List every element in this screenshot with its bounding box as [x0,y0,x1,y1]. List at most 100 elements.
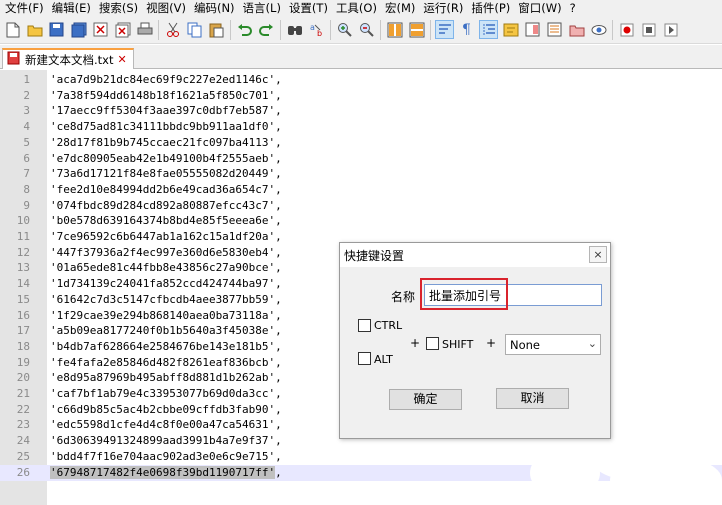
alt-label: ALT [374,353,393,366]
function-list-icon[interactable] [545,20,564,39]
tab-document[interactable]: 新建文本文档.txt ✕ [2,48,134,69]
code-text: '1f29cae39e294b868140aea0ba73118a', [50,308,282,322]
toolbar: ab ¶ [0,16,722,44]
code-line[interactable]: 3 '17aecc9ff5304f3aae397c0dbf7eb587', [0,103,722,119]
dialog-titlebar[interactable]: 快捷键设置 × [340,243,610,267]
key-select[interactable]: None ⌄ [505,334,601,355]
line-number: 26 [16,465,30,479]
cancel-button[interactable]: 取消 [496,388,569,409]
line-number: 9 [23,198,30,212]
sync-horizontal-icon[interactable] [407,20,426,39]
shift-checkbox[interactable] [426,337,439,350]
line-number: 8 [23,182,30,196]
line-number: 2 [23,88,30,102]
alt-checkbox[interactable] [358,352,371,365]
name-input[interactable]: 批量添加引号 [424,284,602,306]
menu-search[interactable]: 搜索(S) [96,0,143,16]
menu-window[interactable]: 窗口(W) [515,0,566,16]
line-number: 10 [16,214,30,228]
save-all-icon[interactable] [69,20,88,39]
menu-encoding[interactable]: 编码(N) [191,0,240,16]
code-text: 'ce8d75ad81c34111bbdc9bb911aa1df0', [50,120,282,134]
paste-icon[interactable] [207,20,226,39]
code-text: 'fe4fafa2e85846d482f8261eaf836bcb', [50,355,282,369]
cut-icon[interactable] [163,20,182,39]
line-number: 24 [16,434,30,448]
ok-button[interactable]: 确定 [389,389,462,410]
menu-plugins[interactable]: 插件(P) [468,0,515,16]
save-icon[interactable] [47,20,66,39]
chevron-down-icon: ⌄ [587,337,597,350]
play-macro-icon[interactable] [661,20,680,39]
close-icon[interactable] [91,20,110,39]
zoom-out-icon[interactable] [357,20,376,39]
indent-guide-icon[interactable] [479,20,498,39]
sync-vertical-icon[interactable] [385,20,404,39]
line-number: 13 [16,261,30,275]
code-line[interactable]: 8 'fee2d10e84994dd2b6e49cad36a654c7', [0,182,722,198]
ctrl-checkbox[interactable] [358,319,371,332]
copy-icon[interactable] [185,20,204,39]
tab-title: 新建文本文档.txt [25,52,114,67]
redo-icon[interactable] [257,20,276,39]
undo-icon[interactable] [235,20,254,39]
ctrl-label: CTRL [374,319,403,332]
code-text: 'e7dc80905eab42e1b49100b4f2555aeb', [50,151,282,165]
folder-as-workspace-icon[interactable] [567,20,586,39]
menu-macro[interactable]: 宏(M) [382,0,420,16]
record-macro-icon[interactable] [617,20,636,39]
line-number: 21 [16,387,30,400]
code-line[interactable]: 1 'aca7d9b21dc84ec69f9c227e2ed1146c', [0,72,722,88]
menu-view[interactable]: 视图(V) [143,0,191,16]
monitoring-icon[interactable] [589,20,608,39]
code-text: '67948717482f4e0698f39bd1190717ff', [50,465,282,481]
zoom-in-icon[interactable] [335,20,354,39]
code-line[interactable]: 4 'ce8d75ad81c34111bbdc9bb911aa1df0', [0,119,722,135]
line-number: 12 [16,245,30,259]
line-number: 1 [23,73,30,86]
code-text: 'caf7bf1ab79e4c33953077b69d0da3cc', [50,387,282,400]
tab-close-icon[interactable]: ✕ [117,53,126,66]
code-text: '61642c7d3c5147cfbcdb4aee3877bb59', [50,292,282,306]
document-map-icon[interactable] [523,20,542,39]
line-number: 19 [16,355,30,369]
menu-tools[interactable]: 工具(O) [333,0,382,16]
code-line[interactable]: 5 '28d17f81b9b745ccaec21fc097ba4113', [0,135,722,151]
user-defined-language-icon[interactable] [501,20,520,39]
selected-text: '67948717482f4e0698f39bd1190717ff' [50,465,276,479]
menu-edit[interactable]: 编辑(E) [49,0,96,16]
find-icon[interactable] [285,20,304,39]
open-file-icon[interactable] [25,20,44,39]
menu-language[interactable]: 语言(L) [240,0,286,16]
unsaved-file-icon [7,51,20,68]
code-text: '73a6d17121f84e8fae05555082d20449', [50,167,282,181]
line-number: 23 [16,418,30,432]
line-number: 7 [23,167,30,181]
menu-file[interactable]: 文件(F) [2,0,49,16]
menu-run[interactable]: 运行(R) [420,0,468,16]
replace-icon[interactable]: ab [307,20,326,39]
code-line[interactable]: 2 '7a38f594dd6148b18f1621a5f850c701', [0,88,722,104]
overlay-blob [530,448,600,498]
menu-settings[interactable]: 设置(T) [286,0,333,16]
code-text: 'bdd4f7f16e704aac902ad3e0e6c9e715', [50,449,282,463]
print-icon[interactable] [135,20,154,39]
new-file-icon[interactable] [3,20,22,39]
toolbar-separator [230,19,231,40]
close-all-icon[interactable] [113,20,132,39]
code-text: '7a38f594dd6148b18f1621a5f850c701', [50,88,282,102]
code-text: 'a5b09ea8177240f0b1b5640a3f45038e', [50,324,282,338]
stop-record-icon[interactable] [639,20,658,39]
menu-help[interactable]: ? [567,0,581,16]
show-all-chars-icon[interactable]: ¶ [457,20,476,39]
code-line[interactable]: 7 '73a6d17121f84e8fae05555082d20449', [0,166,722,182]
word-wrap-icon[interactable] [435,20,454,39]
shift-label: SHIFT [442,338,474,351]
toolbar-separator [380,19,381,40]
dialog-close-button[interactable]: × [589,246,607,263]
code-line[interactable]: 10 'b0e578d639164374b8bd4e85f5eeea6e', [0,213,722,229]
code-text: 'b4db7af628664e2584676be143e181b5', [50,339,282,353]
code-line[interactable]: 6 'e7dc80905eab42e1b49100b4f2555aeb', [0,151,722,167]
code-text: 'edc5598d1cfe4d4c8f0e00a47ca54631', [50,418,282,432]
code-line[interactable]: 9 '074fbdc89d284cd892a80887efcc43c7', [0,198,722,214]
